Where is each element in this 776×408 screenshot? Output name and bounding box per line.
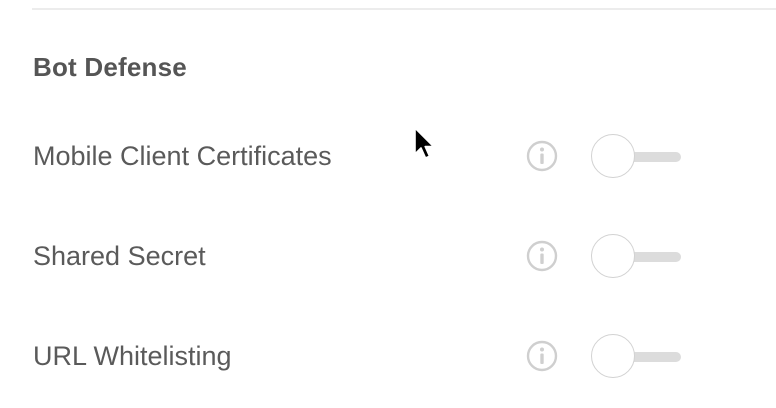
toggle-knob bbox=[591, 334, 635, 378]
setting-label: Shared Secret bbox=[33, 241, 206, 271]
setting-row-mobile-client-certificates: Mobile Client Certificates bbox=[0, 134, 776, 194]
settings-panel: Bot Defense Mobile Client Certificates S… bbox=[0, 0, 776, 408]
info-icon[interactable] bbox=[526, 240, 558, 272]
mobile-client-certificates-toggle[interactable] bbox=[591, 134, 683, 180]
toggle-knob bbox=[591, 234, 635, 278]
setting-row-url-whitelisting: URL Whitelisting bbox=[0, 334, 776, 394]
url-whitelisting-toggle[interactable] bbox=[591, 334, 683, 380]
setting-label: Mobile Client Certificates bbox=[33, 141, 332, 171]
setting-row-shared-secret: Shared Secret bbox=[0, 234, 776, 294]
section-title: Bot Defense bbox=[33, 52, 187, 82]
info-icon[interactable] bbox=[526, 140, 558, 172]
shared-secret-toggle[interactable] bbox=[591, 234, 683, 280]
setting-label: URL Whitelisting bbox=[33, 341, 232, 371]
mouse-pointer-icon bbox=[414, 127, 435, 159]
toggle-knob bbox=[591, 134, 635, 178]
section-divider bbox=[32, 8, 776, 10]
info-icon[interactable] bbox=[526, 340, 558, 372]
